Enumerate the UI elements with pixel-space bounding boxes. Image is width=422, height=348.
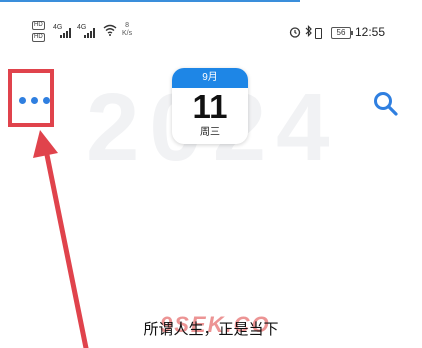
tagline: 所谓人生，正是当下: [143, 321, 279, 338]
annotation-arrow: [33, 130, 89, 348]
